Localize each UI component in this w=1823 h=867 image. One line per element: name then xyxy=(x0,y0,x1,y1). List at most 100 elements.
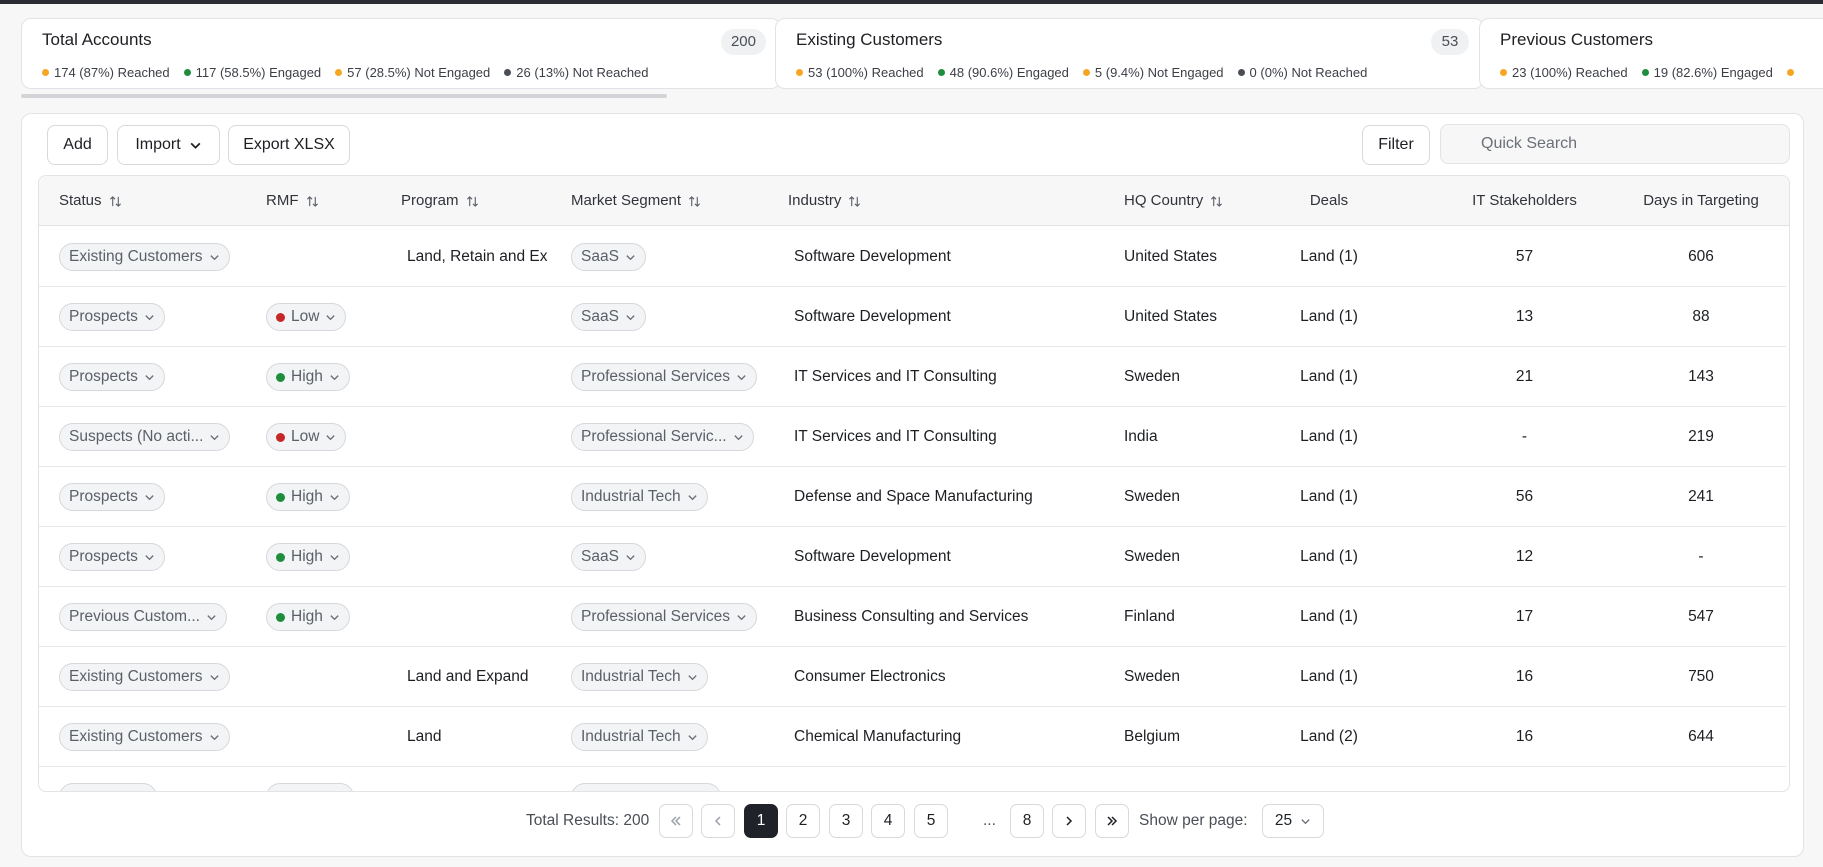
industry-value: IT Services and IT Consulting xyxy=(794,368,997,385)
column-header[interactable]: RMF xyxy=(266,176,319,226)
column-header[interactable]: HQ Country xyxy=(1124,176,1223,226)
last-page-button[interactable] xyxy=(1095,804,1129,838)
rmf-select[interactable]: High xyxy=(266,363,350,391)
export-xlsx-button[interactable]: Export XLSX xyxy=(228,125,350,165)
market-segment-select[interactable]: SaaS xyxy=(571,303,646,331)
table-row[interactable]: Existing Customers Land Industrial Tech Che… xyxy=(39,707,1786,767)
column-header-label: Days in Targeting xyxy=(1643,192,1759,209)
table-row[interactable]: Suspects (No acti... Low Professional Serv… xyxy=(39,407,1786,467)
rmf-select[interactable]: High xyxy=(266,543,350,571)
per-page-select[interactable]: 25 xyxy=(1262,804,1324,838)
rmf-cell: High xyxy=(266,347,386,407)
sort-icon[interactable] xyxy=(109,195,122,208)
card-total-accounts[interactable]: Total Accounts 200 174 (87%) Reached 117… xyxy=(21,18,781,89)
status-select[interactable]: Suspects (No acti... xyxy=(59,423,231,451)
chevron-down-icon xyxy=(1301,818,1310,824)
market-segment-select[interactable]: Industrial Tech xyxy=(571,483,708,511)
market-segment-select[interactable]: Industrial Tech xyxy=(571,723,708,751)
rmf-select[interactable]: High xyxy=(266,603,350,631)
quick-search-input[interactable] xyxy=(1440,124,1790,164)
filter-button[interactable]: Filter xyxy=(1362,125,1430,165)
table-row[interactable]: Prospects High Professional Services IT Ser… xyxy=(39,347,1786,407)
market-segment-cell: SaaS xyxy=(571,287,781,347)
cell-pill[interactable] xyxy=(59,783,157,791)
sort-icon[interactable] xyxy=(688,195,701,208)
page-button[interactable]: 5 xyxy=(914,804,948,838)
column-header[interactable]: Program xyxy=(401,176,479,226)
market-segment-select[interactable]: Professional Services xyxy=(571,603,758,631)
status-select[interactable]: Existing Customers xyxy=(59,723,230,751)
status-select[interactable]: Previous Custom... xyxy=(59,603,227,631)
it-stakeholders-value: 12 xyxy=(1515,548,1534,565)
cell-pill[interactable] xyxy=(571,783,721,791)
sort-icon[interactable] xyxy=(848,195,861,208)
dot-icon xyxy=(1082,69,1090,76)
rmf-cell: Low xyxy=(266,407,386,467)
days-in-targeting-cell: 219 xyxy=(1626,407,1776,467)
table-row[interactable]: Existing Customers Land and Expand Industr… xyxy=(39,647,1786,707)
table-row[interactable]: Prospects Low SaaS Software Development Unit… xyxy=(39,287,1786,347)
table-row[interactable]: Previous Custom... High Professional Servi… xyxy=(39,587,1786,647)
it-stakeholders-cell: 57 xyxy=(1472,227,1577,287)
column-header[interactable]: Industry xyxy=(788,176,861,226)
status-select[interactable]: Prospects xyxy=(59,303,165,331)
card-previous-customers[interactable]: Previous Customers 23 (100%) Reached 19 … xyxy=(1479,18,1823,89)
table-row[interactable]: Prospects High SaaS Software Development Swe… xyxy=(39,527,1786,587)
per-page-label: Show per page: xyxy=(1139,812,1248,829)
status-select[interactable]: Prospects xyxy=(59,483,165,511)
page-button[interactable]: 1 xyxy=(744,804,778,838)
market-segment-select[interactable]: Professional Servic... xyxy=(571,423,754,451)
sort-icon[interactable] xyxy=(1210,195,1223,208)
table-row[interactable]: Prospects High Industrial Tech Defense and … xyxy=(39,467,1786,527)
rmf-select[interactable]: High xyxy=(266,483,350,511)
next-page-button[interactable] xyxy=(1052,804,1086,838)
status-select[interactable]: Existing Customers xyxy=(59,243,230,271)
days-in-targeting-value: 547 xyxy=(1688,608,1714,625)
rmf-select-label: Low xyxy=(291,428,320,445)
rmf-cell: High xyxy=(266,467,386,527)
column-header[interactable]: Deals xyxy=(1279,176,1379,226)
page-button[interactable]: 3 xyxy=(829,804,863,838)
market-segment-select[interactable]: Industrial Tech xyxy=(571,663,708,691)
column-header-label: Deals xyxy=(1309,192,1349,209)
sort-icon[interactable] xyxy=(306,195,319,208)
column-header[interactable]: Market Segment xyxy=(571,176,701,226)
chevron-down-icon xyxy=(737,374,746,380)
page-button[interactable]: 2 xyxy=(786,804,820,838)
column-header[interactable]: Status xyxy=(59,176,122,226)
chevrons-right-icon xyxy=(1107,816,1118,826)
status-select[interactable]: Prospects xyxy=(59,363,165,391)
chevron-down-icon xyxy=(330,614,339,620)
page-button[interactable]: 4 xyxy=(871,804,905,838)
sort-icon[interactable] xyxy=(466,195,479,208)
column-header-label: RMF xyxy=(266,192,299,209)
status-select[interactable]: Prospects xyxy=(59,543,165,571)
first-page-button[interactable] xyxy=(659,804,693,838)
rmf-select[interactable]: Low xyxy=(266,303,347,331)
chevron-down-icon xyxy=(688,674,697,680)
stat-engaged: 19 (82.6%) Engaged xyxy=(1641,65,1773,80)
deals-value: Land (1) xyxy=(1300,488,1358,505)
card-existing-customers[interactable]: Existing Customers 53 53 (100%) Reached … xyxy=(775,18,1484,89)
table-row[interactable] xyxy=(39,767,1786,791)
import-button[interactable]: Import xyxy=(117,125,220,165)
stat-partial xyxy=(1786,65,1794,80)
column-header[interactable]: IT Stakeholders xyxy=(1472,176,1577,226)
table-row[interactable]: Existing Customers Land, Retain and Ex Saa… xyxy=(39,227,1786,287)
cell-pill[interactable] xyxy=(266,783,354,791)
dot-icon xyxy=(504,69,512,76)
hq-country-cell: Sweden xyxy=(1124,527,1274,587)
market-segment-select[interactable]: SaaS xyxy=(571,543,646,571)
status-select[interactable]: Existing Customers xyxy=(59,663,230,691)
dot-icon xyxy=(335,69,343,76)
accounts-panel: Add Import Export XLSX Filter Status RMF P… xyxy=(21,113,1804,857)
market-segment-select[interactable]: Professional Services xyxy=(571,363,758,391)
page-button[interactable]: 8 xyxy=(1010,804,1044,838)
chevron-down-icon xyxy=(326,434,336,440)
column-header[interactable]: Days in Targeting xyxy=(1626,176,1776,226)
rmf-select[interactable]: Low xyxy=(266,423,347,451)
cards-scrollbar[interactable] xyxy=(21,94,667,98)
add-button[interactable]: Add xyxy=(47,125,108,165)
market-segment-select[interactable]: SaaS xyxy=(571,243,646,271)
previous-page-button[interactable] xyxy=(701,804,735,838)
